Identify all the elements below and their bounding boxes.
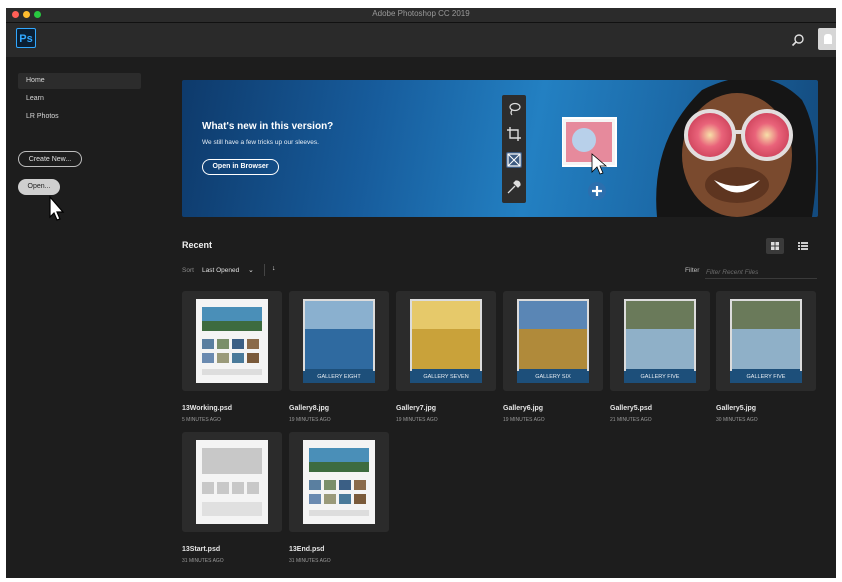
file-time: 5 MINUTES AGO: [182, 417, 221, 423]
tool-strip: [502, 95, 526, 203]
banner-heading: What's new in this version?: [202, 121, 334, 132]
sort-direction-icon[interactable]: ↓: [272, 265, 276, 272]
file-name[interactable]: Gallery5.psd: [610, 405, 652, 412]
grid-view-button[interactable]: [766, 238, 784, 254]
gallery-label: GALLERY EIGHT: [303, 371, 375, 383]
file-thumbnail: [196, 299, 268, 383]
open-button[interactable]: Open...: [18, 179, 60, 195]
chevron-down-icon[interactable]: ⌄: [248, 266, 254, 274]
sidebar-item-home[interactable]: Home: [18, 73, 141, 89]
frame-icon: [506, 152, 522, 168]
file-time: 31 MINUTES AGO: [182, 558, 224, 564]
user-avatar-icon[interactable]: [818, 28, 836, 50]
sort-divider: [264, 264, 265, 276]
file-time: 30 MINUTES AGO: [716, 417, 758, 423]
file-thumbnail: [196, 440, 268, 524]
photoshop-logo: Ps: [16, 28, 36, 48]
filter-recent-files-input[interactable]: [705, 266, 817, 279]
promo-portrait-image: [562, 80, 817, 217]
recent-file-card[interactable]: GALLERY SIX: [503, 291, 603, 391]
recent-file-card[interactable]: GALLERY FIVE: [716, 291, 816, 391]
search-icon[interactable]: [791, 33, 805, 47]
recent-file-card[interactable]: GALLERY FIVE: [610, 291, 710, 391]
file-name[interactable]: 13Working.psd: [182, 405, 232, 412]
filter-label: Filter: [685, 267, 700, 274]
file-name[interactable]: 13End.psd: [289, 546, 324, 553]
file-thumbnail: GALLERY FIVE: [730, 299, 802, 383]
create-new-button[interactable]: Create New...: [18, 151, 82, 167]
recent-file-card[interactable]: [182, 291, 282, 391]
file-time: 19 MINUTES AGO: [503, 417, 545, 423]
crop-icon: [507, 127, 521, 141]
gallery-label: GALLERY SIX: [517, 371, 589, 383]
file-name[interactable]: Gallery7.jpg: [396, 405, 436, 412]
file-name[interactable]: 13Start.psd: [182, 546, 220, 553]
grid-view-icon: [771, 242, 779, 250]
sidebar: Home Learn LR Photos Create New... Open.…: [6, 57, 156, 578]
sort-dropdown[interactable]: Last Opened: [202, 267, 239, 274]
gallery-label: GALLERY FIVE: [730, 371, 802, 383]
sort-label: Sort: [182, 267, 194, 274]
file-name[interactable]: Gallery6.jpg: [503, 405, 543, 412]
file-thumbnail: GALLERY EIGHT: [303, 299, 375, 383]
app-bar: Ps: [6, 23, 836, 57]
mouse-cursor-icon: [49, 195, 65, 221]
open-in-browser-button[interactable]: Open in Browser: [202, 159, 279, 175]
title-bar: Adobe Photoshop CC 2019: [6, 8, 836, 23]
window-title: Adobe Photoshop CC 2019: [372, 9, 470, 18]
recent-file-card[interactable]: GALLERY EIGHT: [289, 291, 389, 391]
eyedropper-icon: [507, 180, 521, 194]
file-thumbnail: GALLERY SIX: [517, 299, 589, 383]
whats-new-banner: What's new in this version? We still hav…: [182, 80, 818, 217]
file-time: 31 MINUTES AGO: [289, 558, 331, 564]
file-thumbnail: [303, 440, 375, 524]
banner-subheading: We still have a few tricks up our sleeve…: [202, 139, 319, 146]
lasso-icon: [509, 102, 521, 116]
file-name[interactable]: Gallery8.jpg: [289, 405, 329, 412]
gallery-label: GALLERY SEVEN: [410, 371, 482, 383]
recent-file-card[interactable]: GALLERY SEVEN: [396, 291, 496, 391]
file-thumbnail: GALLERY SEVEN: [410, 299, 482, 383]
sidebar-item-lr-photos[interactable]: LR Photos: [18, 109, 141, 125]
list-view-icon[interactable]: [796, 240, 810, 252]
sidebar-item-learn[interactable]: Learn: [18, 91, 141, 107]
recent-file-card[interactable]: [182, 432, 282, 532]
file-time: 21 MINUTES AGO: [610, 417, 652, 423]
file-time: 19 MINUTES AGO: [289, 417, 331, 423]
recent-file-card[interactable]: [289, 432, 389, 532]
recent-heading: Recent: [182, 240, 213, 250]
file-thumbnail: GALLERY FIVE: [624, 299, 696, 383]
photoshop-window: Adobe Photoshop CC 2019 Ps Home Learn LR…: [6, 8, 836, 578]
file-time: 19 MINUTES AGO: [396, 417, 438, 423]
gallery-label: GALLERY FIVE: [624, 371, 696, 383]
file-name[interactable]: Gallery5.jpg: [716, 405, 756, 412]
